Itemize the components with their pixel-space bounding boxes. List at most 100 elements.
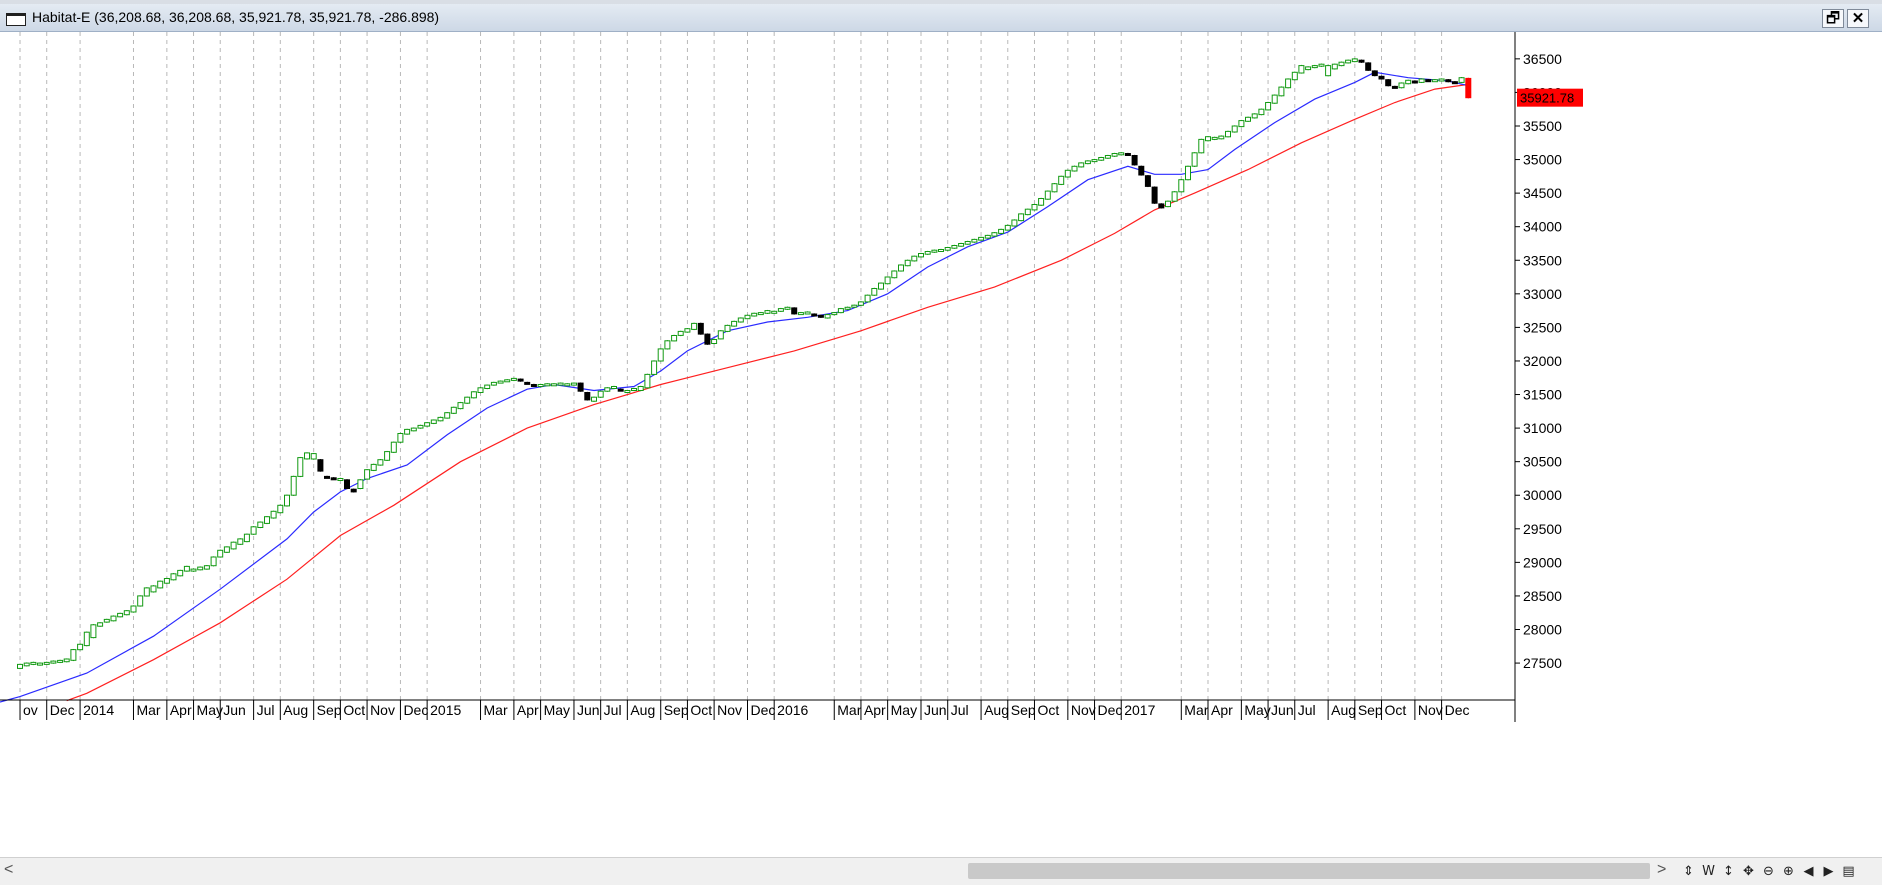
scrollbar-thumb[interactable] (968, 863, 1650, 879)
candle (1258, 108, 1265, 116)
zoom-in-icon[interactable]: ⊕ (1780, 862, 1797, 881)
restore-button[interactable]: 🗗 (1822, 9, 1844, 28)
x-tick-label: Oct (1385, 702, 1407, 718)
next-icon[interactable]: ▶ (1820, 862, 1837, 881)
candle (611, 386, 617, 389)
candle (958, 243, 965, 247)
candle (944, 247, 951, 251)
y-tick-label: 29500 (1523, 521, 1562, 537)
candle (1171, 191, 1178, 202)
x-tick-label: Apr (517, 702, 539, 718)
x-tick-label: Apr (864, 702, 886, 718)
prev-icon[interactable]: ◀ (1800, 862, 1817, 881)
candle (1431, 79, 1438, 83)
x-tick-label: Mar (484, 702, 508, 718)
candle (1218, 135, 1225, 140)
candle (811, 313, 818, 317)
candle (577, 382, 584, 392)
x-tick-label: Dec (750, 702, 775, 718)
candle (410, 427, 417, 432)
candle (183, 565, 190, 572)
price-chart[interactable]: 27500 28000 28500 29000 29500 30000 30500 31000… (0, 32, 1882, 857)
candle (1058, 175, 1065, 185)
candle (550, 383, 557, 387)
candle (844, 306, 851, 310)
chart-area[interactable]: 27500 28000 28500 29000 29500 30000 30500 31000… (0, 32, 1882, 857)
y-tick-label: 33500 (1523, 252, 1562, 268)
x-tick-label: Aug (1331, 702, 1356, 718)
candle (1238, 120, 1245, 128)
last-price-label: 35921.78 (1520, 91, 1574, 106)
candle (1451, 81, 1458, 85)
candle (1405, 79, 1412, 85)
candle (137, 595, 144, 607)
candle (964, 241, 971, 245)
x-tick-label: Jul (1298, 702, 1316, 718)
candle (1138, 165, 1145, 176)
y-tick-label: 35500 (1523, 118, 1562, 134)
candle (731, 320, 738, 327)
candle (1385, 79, 1392, 87)
candle (404, 428, 411, 435)
candle (571, 382, 577, 386)
candle (737, 317, 744, 323)
zoom-out-icon[interactable]: ⊖ (1760, 862, 1777, 881)
candle (1351, 58, 1358, 63)
candle (1411, 80, 1418, 84)
candle (784, 306, 791, 310)
candle (310, 453, 317, 460)
candle (711, 339, 718, 344)
pan-icon[interactable]: ✥ (1740, 862, 1757, 881)
y-tick-label: 31500 (1523, 387, 1562, 403)
x-tick-label: Apr (1211, 702, 1233, 718)
x-tick-label: Sep (1358, 702, 1383, 718)
y-tick-label: 27500 (1523, 655, 1562, 671)
x-tick-label: Jun (924, 702, 947, 718)
candle (1091, 159, 1098, 163)
close-button[interactable]: ✕ (1847, 9, 1869, 28)
x-tick-label: May (891, 702, 917, 718)
scroll-lock-icon[interactable]: ⇕ (1680, 862, 1697, 881)
candle (644, 373, 651, 389)
x-tick-label: Jun (1271, 702, 1294, 718)
horizontal-scrollbar[interactable]: < > ⇕ W ↕ ✥ ⊖ ⊕ ◀ ▶ ▤ (0, 857, 1882, 885)
candle (370, 463, 377, 471)
candle (557, 382, 564, 386)
candle (898, 264, 904, 272)
candle (417, 424, 424, 429)
candle (1345, 59, 1352, 64)
x-tick-label: 2017 (1124, 702, 1155, 718)
candle (857, 301, 864, 306)
candle (1104, 155, 1111, 159)
x-tick-label: Nov (1071, 702, 1096, 718)
candle (831, 312, 838, 316)
candle (1078, 162, 1085, 168)
candle (210, 556, 217, 567)
candle (1445, 79, 1452, 83)
price-axis[interactable]: 27500 28000 28500 29000 29500 30000 30500 31000… (1514, 32, 1562, 722)
weekly-icon[interactable]: W (1700, 862, 1717, 881)
time-axis[interactable]: ov Dec 2014 Mar Apr May Jun Jul Aug Sep Oct Nov Dec 2… (0, 699, 1515, 720)
candle (757, 312, 764, 316)
candle (1311, 65, 1318, 69)
candle (444, 412, 451, 419)
candle (1098, 157, 1105, 161)
candle (337, 478, 344, 481)
candle (30, 661, 37, 665)
candle (751, 312, 758, 317)
candle (597, 390, 604, 398)
y-tick-label: 30500 (1523, 454, 1562, 470)
candle (1251, 113, 1258, 119)
candle (777, 308, 784, 312)
x-tick-label: Nov (1418, 702, 1443, 718)
scroll-right-arrow-icon[interactable]: > (1657, 861, 1666, 879)
x-tick-label: Sep (1011, 702, 1036, 718)
x-tick-label: Mar (1184, 702, 1208, 718)
candle (1225, 130, 1231, 138)
scroll-left-arrow-icon[interactable]: < (4, 861, 13, 879)
candle (143, 587, 150, 597)
vertical-scale-icon[interactable]: ↕ (1720, 862, 1737, 881)
candle (257, 521, 264, 529)
panel-icon[interactable]: ▤ (1840, 862, 1857, 881)
x-tick-label: Aug (984, 702, 1009, 718)
